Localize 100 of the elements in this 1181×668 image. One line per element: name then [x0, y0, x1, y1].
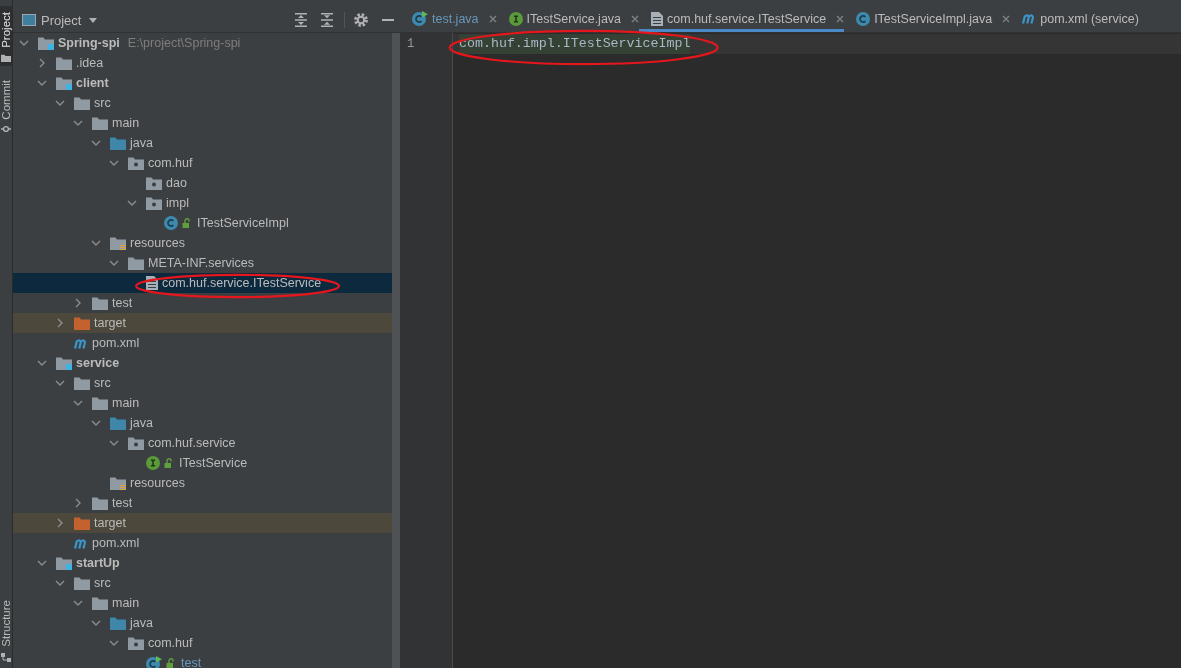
- tree-item[interactable]: Spring-spi E:\project\Spring-spi: [13, 33, 392, 53]
- view-selector[interactable]: Project: [13, 12, 98, 28]
- tree-item[interactable]: java: [13, 133, 392, 153]
- chevron-down-icon[interactable]: [109, 640, 119, 646]
- tool-window-button[interactable]: Commit: [0, 73, 12, 138]
- class-circle-icon: [856, 11, 871, 26]
- excluded-folder-icon: [74, 516, 90, 530]
- tree-item[interactable]: com.huf.service: [13, 433, 392, 453]
- folder-icon: [1, 53, 11, 62]
- chevron-right-icon[interactable]: [57, 318, 63, 328]
- chevron-down-icon[interactable]: [109, 260, 119, 266]
- tool-window-button[interactable]: Structure: [0, 594, 12, 666]
- chevron-down-icon[interactable]: [91, 240, 101, 246]
- chevron-down-icon[interactable]: [55, 100, 65, 106]
- editor-tab[interactable]: ITestServiceImpl.java: [844, 8, 1011, 32]
- tree-item[interactable]: resources: [13, 473, 392, 493]
- module-folder-icon: [56, 76, 72, 90]
- tree-item[interactable]: client: [13, 73, 392, 93]
- interface-circle-icon: [508, 11, 523, 26]
- chevron-down-icon[interactable]: [55, 580, 65, 586]
- expand-all-icon[interactable]: [295, 13, 307, 27]
- folder-icon: [128, 256, 144, 270]
- runnable-class-icon: [146, 655, 162, 668]
- chevron-right-icon[interactable]: [39, 58, 45, 68]
- chevron-down-icon[interactable]: [55, 380, 65, 386]
- tree-item[interactable]: src: [13, 373, 392, 393]
- tree-item[interactable]: src: [13, 93, 392, 113]
- tree-item[interactable]: main: [13, 113, 392, 133]
- tree-item[interactable]: com.huf: [13, 153, 392, 173]
- tree-item[interactable]: test: [13, 653, 392, 668]
- project-path: E:\project\Spring-spi: [127, 35, 241, 52]
- tree-item[interactable]: com.huf: [13, 633, 392, 653]
- source-folder-icon: [110, 136, 126, 150]
- folder-icon: [74, 376, 90, 390]
- tree-item[interactable]: resources: [13, 233, 392, 253]
- tree-item[interactable]: src: [13, 573, 392, 593]
- tree-item[interactable]: test: [13, 293, 392, 313]
- close-icon[interactable]: [631, 14, 640, 23]
- chevron-down-icon[interactable]: [37, 80, 47, 86]
- excluded-folder-icon: [74, 316, 90, 330]
- class-circle-icon: [164, 216, 178, 230]
- editor-tab[interactable]: ITestService.java: [496, 8, 640, 32]
- close-icon[interactable]: [1002, 14, 1011, 23]
- line-number: 1: [407, 37, 415, 51]
- chevron-right-icon[interactable]: [57, 518, 63, 528]
- close-icon[interactable]: [836, 14, 845, 23]
- tree-item[interactable]: main: [13, 593, 392, 613]
- tree-item[interactable]: startUp: [13, 553, 392, 573]
- settings-icon[interactable]: [354, 13, 368, 27]
- m-letter-icon: [74, 337, 88, 349]
- tree-item[interactable]: target: [13, 513, 392, 533]
- chevron-down-icon[interactable]: [19, 40, 29, 46]
- tree-item[interactable]: ITestServiceImpl: [13, 213, 392, 233]
- chevron-right-icon[interactable]: [75, 298, 81, 308]
- editor-tab[interactable]: pom.xml (service): [1010, 8, 1139, 32]
- package-folder-icon: [128, 156, 144, 170]
- chevron-down-icon[interactable]: [37, 360, 47, 366]
- chevron-down-icon[interactable]: [109, 160, 119, 166]
- tree-item[interactable]: main: [13, 393, 392, 413]
- commit-icon: [1, 125, 11, 134]
- folder-icon: [92, 116, 108, 130]
- collapse-all-icon[interactable]: [321, 13, 333, 27]
- scrollbar[interactable]: [392, 33, 400, 668]
- tree-item[interactable]: com.huf.service.ITestService: [13, 273, 392, 293]
- tree-item[interactable]: pom.xml: [13, 333, 392, 353]
- tree-item[interactable]: java: [13, 613, 392, 633]
- package-folder-icon: [128, 636, 144, 650]
- m-letter-icon: [1022, 13, 1037, 24]
- tree-item[interactable]: impl: [13, 193, 392, 213]
- chevron-down-icon[interactable]: [109, 440, 119, 446]
- tree-item[interactable]: target: [13, 313, 392, 333]
- chevron-down-icon[interactable]: [73, 400, 83, 406]
- runnable-class-icon: [412, 11, 428, 26]
- tree-item[interactable]: META-INF.services: [13, 253, 392, 273]
- interface-circle-icon: [146, 456, 160, 470]
- chevron-down-icon[interactable]: [127, 200, 137, 206]
- package-folder-icon: [146, 196, 162, 210]
- chevron-down-icon[interactable]: [37, 560, 47, 566]
- padlock-icon: [166, 658, 174, 668]
- chevron-down-icon[interactable]: [91, 420, 101, 426]
- tree-item[interactable]: service: [13, 353, 392, 373]
- tree-item[interactable]: test: [13, 493, 392, 513]
- folder-icon: [92, 396, 108, 410]
- folder-icon: [92, 596, 108, 610]
- chevron-down-icon[interactable]: [91, 140, 101, 146]
- editor-tab[interactable]: test.java: [400, 8, 497, 32]
- tool-window-button[interactable]: Project: [0, 6, 12, 66]
- tree-item[interactable]: dao: [13, 173, 392, 193]
- chevron-down-icon[interactable]: [73, 600, 83, 606]
- m-letter-icon: [74, 537, 88, 549]
- tree-item[interactable]: pom.xml: [13, 533, 392, 553]
- chevron-down-icon[interactable]: [73, 120, 83, 126]
- folder-icon: [74, 96, 90, 110]
- tree-item[interactable]: .idea: [13, 53, 392, 73]
- tree-item[interactable]: ITestService: [13, 453, 392, 473]
- source-folder-icon: [110, 616, 126, 630]
- close-icon[interactable]: [488, 14, 497, 23]
- chevron-right-icon[interactable]: [75, 498, 81, 508]
- chevron-down-icon[interactable]: [91, 620, 101, 626]
- tree-item[interactable]: java: [13, 413, 392, 433]
